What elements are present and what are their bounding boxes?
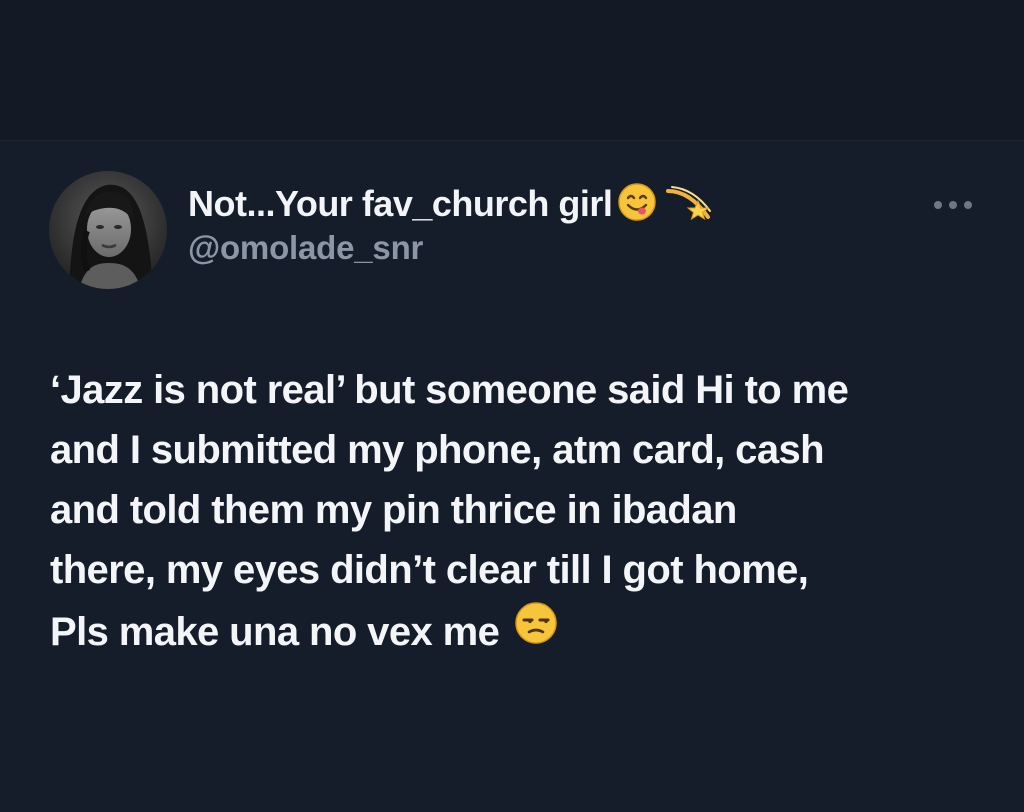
- tweet-text-line: there, my eyes didn’t clear till I got h…: [50, 548, 809, 592]
- tweet-text-line: and told them my pin thrice in ibadan: [50, 488, 737, 532]
- dizzy-star-icon: [664, 181, 714, 228]
- tweet-text-last-line: Pls make una no vex me: [50, 600, 990, 663]
- unamused-face-icon: [513, 600, 559, 663]
- user-handle[interactable]: @omolade_snr: [188, 229, 714, 267]
- yum-face-icon: [616, 181, 658, 228]
- tweet-text-line: ‘Jazz is not real’ but someone said Hi t…: [50, 368, 849, 412]
- avatar-photo: [49, 171, 167, 289]
- display-name-row[interactable]: Not...Your fav_church girl: [188, 181, 714, 227]
- tweet-card[interactable]: Not...Your fav_church girl @omolade_snr: [0, 141, 1024, 812]
- tweet-text-line: Pls make una no vex me: [50, 609, 500, 654]
- display-name[interactable]: Not...Your fav_church girl: [188, 183, 613, 225]
- tweet-text: ‘Jazz is not real’ but someone said Hi t…: [50, 360, 990, 663]
- more-options-icon[interactable]: [934, 197, 972, 213]
- tweet-text-line: and I submitted my phone, atm card, cash: [50, 428, 825, 472]
- user-info: Not...Your fav_church girl @omolade_snr: [188, 181, 714, 267]
- top-bar: [0, 0, 1024, 140]
- avatar[interactable]: [49, 171, 167, 289]
